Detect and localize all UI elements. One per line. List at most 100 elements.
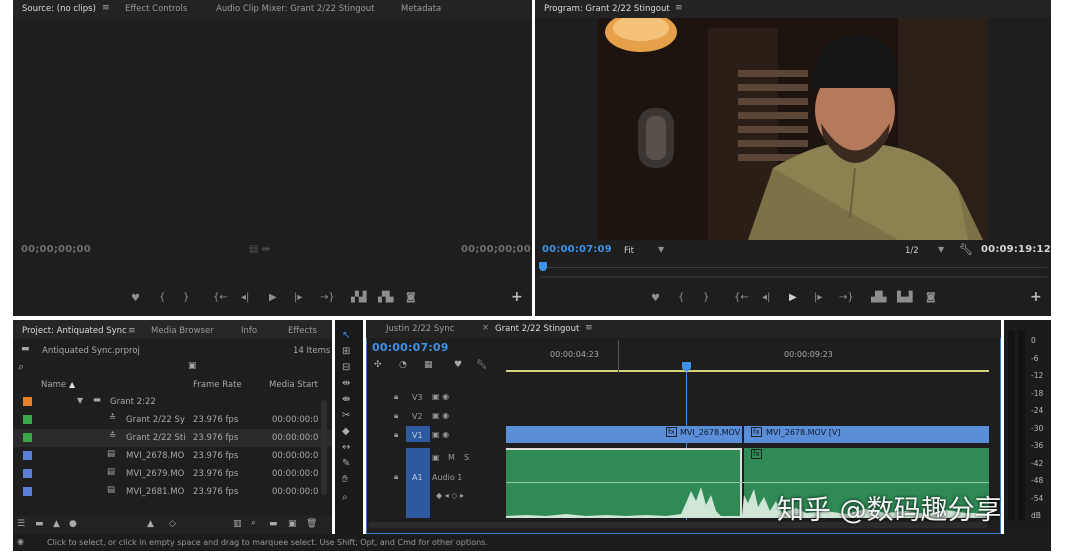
- step-forward-icon[interactable]: |▸: [294, 292, 302, 303]
- program-title[interactable]: Program: Grant 2/22 Stingout: [544, 4, 670, 14]
- program-scrubber[interactable]: [539, 262, 1047, 278]
- zoom-slider[interactable]: ●: [69, 519, 77, 529]
- go-to-out-icon[interactable]: →}: [320, 292, 335, 303]
- disclosure-triangle-icon[interactable]: ▼: [77, 396, 83, 405]
- project-item-row[interactable]: ≛ Grant 2/22 Sy 23.976 fps 00:00:00:0: [13, 411, 332, 429]
- slide-tool-icon[interactable]: ↔: [342, 442, 350, 453]
- project-item-row[interactable]: ▤ MVI_2678.MO 23.976 fps 00:00:00:0: [13, 447, 332, 465]
- lock-icon[interactable]: 🔒︎: [394, 472, 398, 482]
- rate-stretch-tool-icon[interactable]: ⇼: [342, 394, 350, 405]
- marker-icon[interactable]: ♥: [131, 293, 140, 304]
- search-input[interactable]: [33, 362, 183, 373]
- track-select-tool-icon[interactable]: ⊞: [342, 346, 350, 357]
- add-marker-icon[interactable]: ▦: [424, 360, 433, 370]
- wrench-icon[interactable]: 🔧︎: [959, 243, 973, 256]
- tab-media-browser[interactable]: Media Browser: [151, 326, 214, 336]
- track-v2[interactable]: V2: [412, 412, 423, 421]
- program-timecode[interactable]: 00:00:07:09: [542, 244, 612, 255]
- marker-icon[interactable]: ♥: [651, 293, 660, 304]
- linked-selection-icon[interactable]: ◔: [399, 360, 407, 370]
- tab-source[interactable]: Source: (no clips): [22, 4, 96, 14]
- toggle-output-icon[interactable]: ▣ ◉: [432, 392, 449, 401]
- play-icon[interactable]: ▶: [269, 292, 277, 303]
- extract-icon[interactable]: ▙▟: [897, 292, 912, 303]
- new-item-icon[interactable]: ▣: [288, 519, 297, 529]
- trash-icon[interactable]: 🗑︎: [306, 519, 317, 529]
- sort-icon[interactable]: ◇: [169, 519, 176, 529]
- solo-button[interactable]: S: [464, 453, 469, 462]
- tab-justin-sync[interactable]: Justin 2/22 Sync: [386, 324, 454, 334]
- tab-effect-controls[interactable]: Effect Controls: [125, 4, 187, 14]
- new-bin-footer-icon[interactable]: ▬: [269, 519, 278, 529]
- project-item-row[interactable]: ≛ Grant 2/22 Sti 23.976 fps 00:00:00:0: [13, 429, 332, 447]
- step-back-icon[interactable]: ◂|: [762, 292, 770, 303]
- icon-view-icon[interactable]: ▬: [35, 519, 44, 529]
- tab-audio-clip-mixer[interactable]: Audio Clip Mixer: Grant 2/22 Stingout: [216, 4, 375, 14]
- lock-icon[interactable]: 🔒︎: [394, 411, 398, 421]
- column-name[interactable]: Name: [41, 380, 66, 390]
- project-item-row[interactable]: ▤ MVI_2679.MO 23.976 fps 00:00:00:0: [13, 465, 332, 483]
- playhead-icon[interactable]: [539, 262, 547, 271]
- fit-dropdown-icon[interactable]: ▼: [658, 245, 664, 254]
- add-button-program[interactable]: +: [1030, 289, 1042, 305]
- keyframe-nav-icon[interactable]: ◆ ◂ ◇ ▸: [436, 491, 464, 500]
- tab-grant-stingout[interactable]: Grant 2/22 Stingout: [495, 324, 579, 334]
- go-to-in-icon[interactable]: {←: [734, 292, 749, 303]
- tab-info[interactable]: Info: [241, 326, 257, 336]
- export-frame-icon[interactable]: ◙: [926, 292, 936, 303]
- column-frame-rate[interactable]: Frame Rate: [193, 380, 242, 390]
- search-icon[interactable]: ⌕: [18, 360, 24, 374]
- marker-icon[interactable]: ♥: [454, 360, 462, 370]
- lift-icon[interactable]: ▟▙: [871, 292, 886, 303]
- project-scrollbar[interactable]: [321, 400, 327, 495]
- toggle-output-icon[interactable]: ▣ ◉: [432, 430, 449, 439]
- source-menu-icon[interactable]: ≡: [102, 3, 110, 13]
- snap-icon[interactable]: ✣: [374, 360, 382, 370]
- track-v1[interactable]: V1: [412, 431, 423, 440]
- timeline-settings-icon[interactable]: 🔧︎: [476, 360, 487, 370]
- tab-project[interactable]: Project: Antiquated Sync: [22, 326, 127, 336]
- fit-select[interactable]: Fit: [624, 246, 634, 256]
- lock-icon[interactable]: 🔒︎: [394, 392, 398, 402]
- mark-out-icon[interactable]: }: [703, 292, 709, 303]
- export-frame-icon[interactable]: ◙: [406, 292, 416, 303]
- hand-tool-icon[interactable]: ✋︎: [342, 474, 348, 485]
- play-icon[interactable]: ▶: [789, 292, 797, 303]
- zoom-out-icon[interactable]: ▲: [53, 519, 60, 529]
- resolution-dropdown-icon[interactable]: ▼: [938, 245, 944, 254]
- rolling-edit-tool-icon[interactable]: ⇹: [342, 378, 350, 389]
- column-media-start[interactable]: Media Start: [269, 380, 318, 390]
- step-back-icon[interactable]: ◂|: [241, 292, 249, 303]
- ripple-edit-tool-icon[interactable]: ⊟: [342, 362, 350, 373]
- zoom-tool-icon[interactable]: ⌕: [342, 492, 348, 503]
- toggle-output-icon[interactable]: ▣ ◉: [432, 411, 449, 420]
- find-icon[interactable]: ▥: [233, 519, 242, 529]
- search-footer-icon[interactable]: ⌕: [251, 518, 256, 528]
- timeline-menu-icon[interactable]: ≡: [585, 323, 593, 333]
- project-item-row[interactable]: ▤ MVI_2681.MO 23.976 fps 00:00:00:0: [13, 483, 332, 501]
- source-patch-a1[interactable]: [406, 448, 430, 518]
- track-a1[interactable]: A1: [412, 473, 423, 482]
- project-folder-row[interactable]: ▼ ▬ Grant 2:22: [13, 393, 332, 411]
- timeline-timecode[interactable]: 00:00:07:09: [372, 341, 449, 354]
- insert-icon[interactable]: ▞▟: [351, 292, 366, 303]
- razor-tool-icon[interactable]: ✂︎: [342, 410, 350, 421]
- automate-icon[interactable]: ▲: [147, 519, 154, 529]
- source-settings-icon[interactable]: ▤ ⇹: [249, 244, 270, 255]
- slip-tool-icon[interactable]: ◆: [342, 426, 350, 437]
- go-to-in-icon[interactable]: {←: [213, 292, 228, 303]
- mark-out-icon[interactable]: }: [183, 292, 189, 303]
- pen-tool-icon[interactable]: ✎: [342, 458, 350, 469]
- add-button-source[interactable]: +: [511, 289, 523, 305]
- new-bin-icon[interactable]: ▣: [188, 361, 197, 371]
- list-view-icon[interactable]: ☰: [17, 519, 25, 529]
- mute-button[interactable]: M: [448, 453, 455, 462]
- close-tab-icon[interactable]: ×: [482, 323, 489, 333]
- tab-metadata[interactable]: Metadata: [401, 4, 441, 14]
- overwrite-icon[interactable]: ▞▙: [378, 292, 393, 303]
- time-ruler[interactable]: [506, 370, 989, 372]
- mark-in-icon[interactable]: {: [678, 292, 684, 303]
- project-menu-icon[interactable]: ≡: [128, 326, 136, 336]
- go-to-out-icon[interactable]: →}: [839, 292, 854, 303]
- program-menu-icon[interactable]: ≡: [675, 3, 683, 13]
